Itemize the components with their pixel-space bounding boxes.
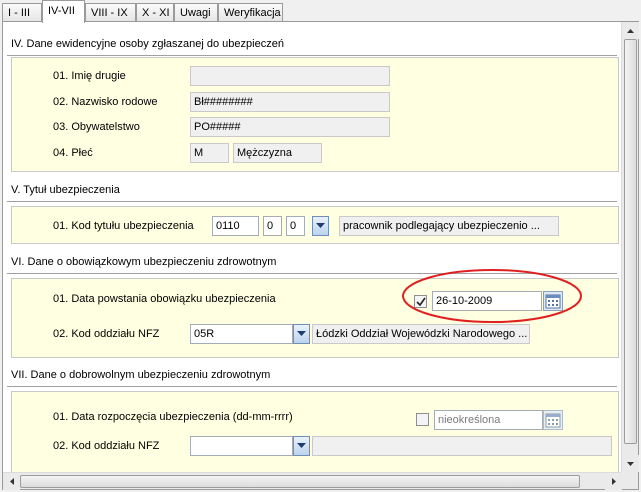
data-powstania-label: 01. Data powstania obowiązku ubezpieczen…	[53, 293, 276, 305]
plec-label: 04. Płeć	[53, 147, 93, 159]
kod-tytulu-description: pracownik podlegający ubezpieczenio ...	[339, 216, 559, 236]
section-v-box: 01. Kod tytułu ubezpieczenia 0110 0 0 pr…	[11, 206, 619, 244]
vertical-scrollbar[interactable]	[621, 22, 639, 472]
nfz-code-field[interactable]: 05R	[190, 324, 293, 344]
arrow-up-icon	[627, 28, 634, 33]
plec-text-field: Mężczyzna	[233, 143, 322, 163]
section-vi-title: VI. Dane o obowiązkowym ubezpieczeniu zd…	[11, 256, 277, 268]
nfz-dobrowolne-label: 02. Kod oddziału NFZ	[53, 440, 160, 452]
scroll-down-button[interactable]	[622, 455, 639, 472]
calendar-icon[interactable]	[543, 410, 563, 430]
nfz-dropdown-button[interactable]	[293, 324, 310, 344]
nfz-dobrowolne-description	[312, 436, 612, 456]
tab-uwagi[interactable]: Uwagi	[174, 3, 218, 22]
nazwisko-rodowe-field[interactable]: Bł########	[190, 92, 390, 112]
data-rozpoczecia-checkbox[interactable]	[416, 413, 429, 426]
nfz-description: Łódzki Oddział Wojewódzki Narodowego ...	[312, 324, 530, 344]
tab-i-iii[interactable]: I - III	[2, 3, 42, 22]
tab-x-xi[interactable]: X - XI	[136, 3, 174, 22]
section-divider	[7, 386, 617, 387]
section-divider	[7, 55, 617, 56]
scrollbar-corner	[621, 472, 638, 489]
kod-tytulu-field-3[interactable]: 0	[286, 216, 305, 236]
arrow-right-icon	[611, 478, 616, 485]
kod-tytulu-dropdown-button[interactable]	[312, 216, 329, 236]
plec-code-field[interactable]: M	[190, 143, 229, 163]
arrow-down-icon	[627, 461, 634, 466]
tab-weryfikacja[interactable]: Weryfikacja	[218, 3, 283, 22]
section-divider	[7, 201, 617, 202]
kod-tytulu-field-1[interactable]: 0110	[212, 216, 259, 236]
kod-tytulu-field-2[interactable]: 0	[263, 216, 282, 236]
imie-drugie-label: 01. Imię drugie	[53, 70, 126, 82]
horizontal-scrollbar[interactable]	[3, 472, 622, 490]
tab-viii-ix[interactable]: VIII - IX	[85, 3, 136, 22]
chevron-down-icon	[297, 443, 306, 448]
annotation-ellipse	[402, 269, 582, 323]
section-vii-title: VII. Dane o dobrowolnym ubezpieczeniu zd…	[11, 369, 271, 381]
section-vii-box: 01. Data rozpoczęcia ubezpieczenia (dd-m…	[11, 391, 619, 472]
chevron-down-icon	[297, 331, 306, 336]
horizontal-scroll-thumb[interactable]	[20, 475, 580, 488]
nfz-dobrowolne-dropdown-button[interactable]	[293, 436, 310, 456]
obywatelstwo-field[interactable]: PO#####	[190, 117, 390, 137]
scroll-up-button[interactable]	[622, 22, 639, 39]
chevron-down-icon	[316, 223, 325, 228]
section-iv-title: IV. Dane ewidencyjne osoby zgłaszanej do…	[11, 38, 284, 50]
scroll-right-button[interactable]	[605, 473, 622, 490]
data-rozpoczecia-label: 01. Data rozpoczęcia ubezpieczenia (dd-m…	[53, 411, 293, 423]
imie-drugie-field[interactable]	[190, 66, 390, 86]
obywatelstwo-label: 03. Obywatelstwo	[53, 121, 140, 133]
section-v-title: V. Tytuł ubezpieczenia	[11, 184, 120, 196]
nfz-label: 02. Kod oddziału NFZ	[53, 328, 160, 340]
kod-tytulu-label: 01. Kod tytułu ubezpieczenia	[53, 220, 194, 232]
nazwisko-rodowe-label: 02. Nazwisko rodowe	[53, 96, 158, 108]
data-rozpoczecia-field[interactable]: nieokreślona	[434, 410, 543, 430]
arrow-left-icon	[9, 478, 14, 485]
scroll-left-button[interactable]	[3, 473, 20, 490]
tab-iv-vii[interactable]: IV-VII	[42, 0, 85, 23]
tab-panel: IV. Dane ewidencyjne osoby zgłaszanej do…	[2, 21, 639, 490]
form-content: IV. Dane ewidencyjne osoby zgłaszanej do…	[3, 22, 622, 472]
nfz-dobrowolne-code-field[interactable]	[190, 436, 293, 456]
tab-bar: I - III IV-VII VIII - IX X - XI Uwagi We…	[0, 0, 641, 23]
section-iv-box: 01. Imię drugie 02. Nazwisko rodowe Bł##…	[11, 57, 619, 172]
vertical-scroll-thumb[interactable]	[624, 39, 637, 444]
